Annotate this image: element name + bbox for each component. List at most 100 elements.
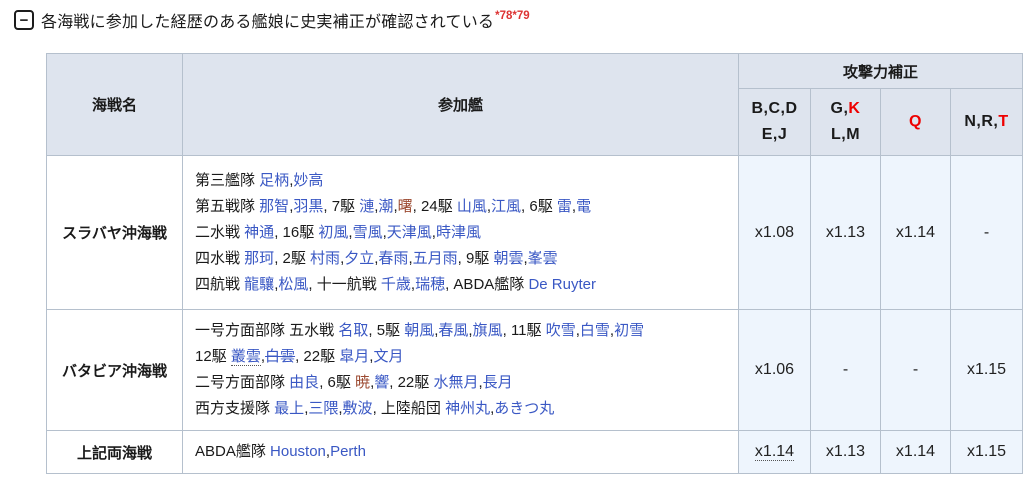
ship-link[interactable]: 水無月 xyxy=(433,374,478,391)
bonus-cell: - xyxy=(951,156,1023,310)
ship-link[interactable]: 神州丸 xyxy=(445,400,490,417)
bonus-value: x1.14 xyxy=(896,443,935,460)
text-segment: 西方支援隊 xyxy=(195,400,274,417)
text-segment: 四水戦 xyxy=(195,250,244,267)
bonus-value: x1.15 xyxy=(967,361,1006,378)
text-segment: 第三艦隊 xyxy=(195,172,259,189)
ship-link[interactable]: 松風 xyxy=(278,276,308,293)
table-row: バタビア沖海戦一号方面部隊 五水戦 名取, 5駆 朝風,春風,旗風, 11駆 吹… xyxy=(47,310,1023,431)
bonus-cell: x1.13 xyxy=(811,156,881,310)
ship-link[interactable]: 足柄 xyxy=(259,172,289,189)
ship-link[interactable]: 雪風 xyxy=(353,224,383,241)
ship-link[interactable]: 羽黒 xyxy=(293,198,323,215)
ship-link[interactable]: 漣 xyxy=(359,198,374,215)
bonus-cell: x1.15 xyxy=(951,310,1023,431)
ship-link[interactable]: 文月 xyxy=(373,348,403,365)
ship-link[interactable]: 吹雪 xyxy=(546,322,576,339)
ship-link[interactable]: 那智 xyxy=(259,198,289,215)
text-segment: K xyxy=(848,100,860,117)
bonus-value: - xyxy=(913,361,918,378)
ship-link[interactable]: 瑞穂 xyxy=(415,276,445,293)
ship-link[interactable]: 初雪 xyxy=(614,322,644,339)
header-row-top: 海戦名 参加艦 攻撃力補正 xyxy=(47,54,1023,89)
ship-link[interactable]: 江風 xyxy=(491,198,521,215)
ship-link[interactable]: 村雨 xyxy=(310,250,340,267)
ship-link[interactable]: 叢雲 xyxy=(231,348,261,366)
text-segment: , 2駆 xyxy=(274,250,310,267)
text-segment: , 24駆 xyxy=(413,198,457,215)
ship-link[interactable]: 那珂 xyxy=(244,250,274,267)
ship-link[interactable]: 暁 xyxy=(355,374,370,391)
ship-link[interactable]: 長月 xyxy=(483,374,513,391)
ship-link[interactable]: 妙高 xyxy=(293,172,323,189)
ship-link[interactable]: 敷波 xyxy=(343,400,373,417)
ship-link[interactable]: 神通 xyxy=(244,224,274,241)
ship-link[interactable]: 響 xyxy=(374,374,389,391)
ships-cell: 第三艦隊 足柄,妙高第五戦隊 那智,羽黒, 7駆 漣,潮,曙, 24駆 山風,江… xyxy=(183,156,739,310)
bonus-cell: x1.14 xyxy=(881,431,951,474)
bonus-value: x1.14 xyxy=(896,224,935,241)
bonus-column-header-0: B,C,DE,J xyxy=(739,89,811,156)
bonus-value-tooltip[interactable]: x1.14 xyxy=(755,443,794,461)
text-segment: 二号方面部隊 xyxy=(195,374,289,391)
ship-link[interactable]: Perth xyxy=(330,443,366,460)
text-segment: , 9駆 xyxy=(458,250,494,267)
text-segment: , 上陸船団 xyxy=(373,400,446,417)
ship-link[interactable]: 雷 xyxy=(557,198,572,215)
ships-cell: 一号方面部隊 五水戦 名取, 5駆 朝風,春風,旗風, 11駆 吹雪,白雪,初雪… xyxy=(183,310,739,431)
text-segment: , 5駆 xyxy=(368,322,404,339)
footnote-ref-78[interactable]: *78 xyxy=(495,10,512,22)
ship-link[interactable]: Houston xyxy=(270,443,326,460)
ship-link[interactable]: 時津風 xyxy=(436,224,481,241)
column-header-battle-name: 海戦名 xyxy=(47,54,183,156)
ship-link[interactable]: 龍驤 xyxy=(244,276,274,293)
bonus-cell: x1.14 xyxy=(881,156,951,310)
ship-link[interactable]: 白雪 xyxy=(580,322,610,339)
text-segment: B,C,D xyxy=(751,100,797,117)
text-segment: N,R, xyxy=(964,113,998,130)
ship-link[interactable]: 天津風 xyxy=(387,224,432,241)
ship-link[interactable]: 名取 xyxy=(338,322,368,339)
text-segment: 一号方面部隊 五水戦 xyxy=(195,322,338,339)
text-segment: 第五戦隊 xyxy=(195,198,259,215)
bonus-cell: x1.06 xyxy=(739,310,811,431)
ship-link[interactable]: 夕立 xyxy=(344,250,374,267)
ship-link[interactable]: 最上 xyxy=(274,400,304,417)
ship-link[interactable]: あきつ丸 xyxy=(494,400,554,417)
bonus-cell: x1.15 xyxy=(951,431,1023,474)
bonus-cell: x1.14 xyxy=(739,431,811,474)
battles-table: 海戦名 参加艦 攻撃力補正 B,C,DE,JG,KL,MQN,R,T スラバヤ沖… xyxy=(46,53,1023,474)
text-segment: , ABDA艦隊 xyxy=(445,276,528,293)
bonus-value: - xyxy=(984,224,989,241)
ship-link[interactable]: 朝風 xyxy=(404,322,434,339)
ship-link[interactable]: 皐月 xyxy=(339,348,369,365)
footnote-ref-79[interactable]: *79 xyxy=(512,10,529,22)
bonus-cell: x1.13 xyxy=(811,431,881,474)
text-segment: T xyxy=(998,113,1008,130)
ship-link[interactable]: 初風 xyxy=(318,224,348,241)
ship-link[interactable]: 峯雲 xyxy=(528,250,558,267)
ship-link[interactable]: 曙 xyxy=(398,198,413,215)
ship-link[interactable]: 山風 xyxy=(457,198,487,215)
ship-link[interactable]: 白雲 xyxy=(265,348,295,365)
ship-link[interactable]: 由良 xyxy=(289,374,319,391)
collapse-toggle-button[interactable]: − xyxy=(14,10,34,30)
ship-link[interactable]: 千歳 xyxy=(381,276,411,293)
ship-link[interactable]: De Ruyter xyxy=(528,276,596,293)
ship-link[interactable]: 三隈 xyxy=(308,400,338,417)
ship-link[interactable]: 旗風 xyxy=(473,322,503,339)
ship-link[interactable]: 春雨 xyxy=(378,250,408,267)
text-segment: , 6駆 xyxy=(319,374,355,391)
column-header-ships: 参加艦 xyxy=(183,54,739,156)
ship-link[interactable]: 電 xyxy=(576,198,591,215)
ship-link[interactable]: 五月雨 xyxy=(413,250,458,267)
ship-link[interactable]: 朝雲 xyxy=(493,250,523,267)
ships-cell: ABDA艦隊 Houston,Perth xyxy=(183,431,739,474)
bonus-value: x1.15 xyxy=(967,443,1006,460)
ship-link[interactable]: 潮 xyxy=(378,198,393,215)
text-segment: , 22駆 xyxy=(389,374,433,391)
bonus-column-header-2: Q xyxy=(881,89,951,156)
bonus-cell: x1.08 xyxy=(739,156,811,310)
text-segment: G, xyxy=(831,100,849,117)
ship-link[interactable]: 春風 xyxy=(438,322,468,339)
